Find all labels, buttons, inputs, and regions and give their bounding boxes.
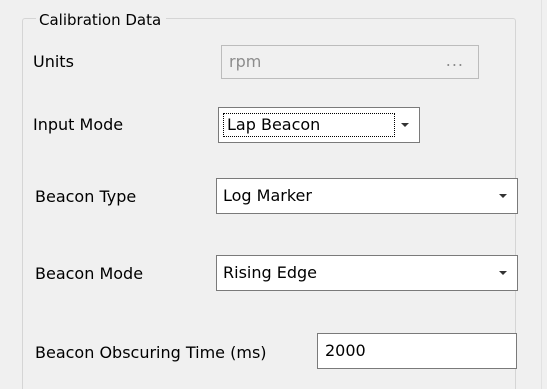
- beacon-obscuring-time-input[interactable]: 2000: [317, 333, 517, 369]
- beacon-obscuring-time-label: Beacon Obscuring Time (ms): [35, 343, 267, 362]
- panel-edge-divider: [541, 0, 542, 389]
- input-mode-label: Input Mode: [33, 115, 124, 134]
- beacon-type-label: Beacon Type: [35, 187, 137, 206]
- chevron-down-icon: [401, 123, 409, 127]
- beacon-mode-dropdown[interactable]: Rising Edge: [216, 255, 518, 291]
- units-label: Units: [33, 52, 74, 71]
- beacon-type-value: Log Marker: [223, 186, 312, 205]
- input-mode-value: Lap Beacon: [223, 113, 395, 137]
- calibration-panel: Calibration Data Units rpm ... Input Mod…: [0, 0, 547, 389]
- chevron-down-icon: [499, 194, 507, 198]
- units-browse-button: ...: [445, 51, 464, 70]
- units-field: rpm ...: [221, 45, 479, 79]
- beacon-mode-label: Beacon Mode: [35, 264, 144, 283]
- beacon-mode-value: Rising Edge: [223, 263, 317, 282]
- chevron-down-icon: [499, 271, 507, 275]
- group-title: Calibration Data: [36, 11, 167, 29]
- beacon-obscuring-time-value: 2000: [325, 341, 366, 360]
- beacon-type-dropdown[interactable]: Log Marker: [216, 178, 518, 214]
- units-value: rpm: [229, 52, 262, 71]
- input-mode-dropdown[interactable]: Lap Beacon: [218, 107, 420, 143]
